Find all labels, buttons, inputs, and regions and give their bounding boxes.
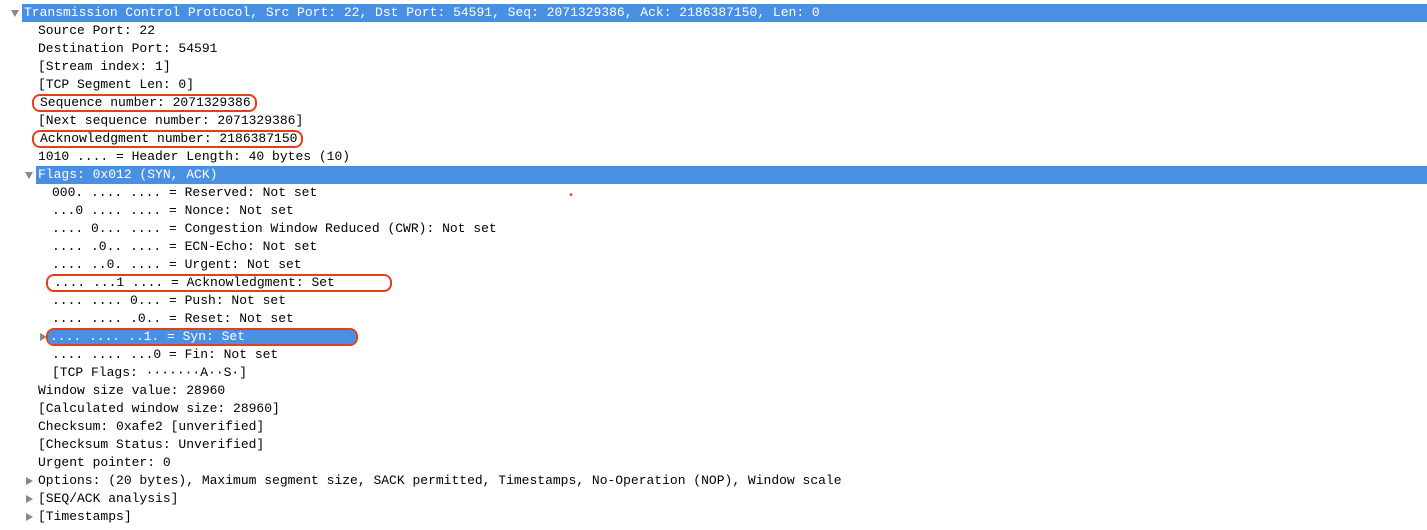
calc-win-text: [Calculated window size: 28960] [36, 400, 280, 418]
flag-nonce-text: ...0 .... .... = Nonce: Not set [50, 202, 294, 220]
tcp-header-text: Transmission Control Protocol, Src Port:… [22, 4, 820, 22]
flag-reset-row[interactable]: .... .... .0.. = Reset: Not set [8, 310, 1427, 328]
win-size-text: Window size value: 28960 [36, 382, 225, 400]
flag-cwr-row[interactable]: .... 0... .... = Congestion Window Reduc… [8, 220, 1427, 238]
flag-ack-highlight: .... ...1 .... = Acknowledgment: Set [46, 274, 392, 292]
seq-num-highlight: Sequence number: 2071329386 [32, 94, 257, 112]
red-dot-icon: • [568, 188, 574, 206]
flag-ack-row[interactable]: .... ...1 .... = Acknowledgment: Set [8, 274, 1427, 292]
collapse-icon[interactable] [22, 512, 36, 522]
flag-nonce-row[interactable]: ...0 .... .... = Nonce: Not set [8, 202, 1427, 220]
flags-header-row[interactable]: Flags: 0x012 (SYN, ACK) [8, 166, 1427, 184]
flag-summary-row[interactable]: [TCP Flags: ·······A··S·] [8, 364, 1427, 382]
flag-reserved-text: 000. .... .... = Reserved: Not set [50, 184, 317, 202]
ack-num-highlight: Acknowledgment number: 2186387150 [32, 130, 303, 148]
expand-icon[interactable] [22, 170, 36, 180]
flag-urgent-text: .... ..0. .... = Urgent: Not set [50, 256, 302, 274]
flag-reset-text: .... .... .0.. = Reset: Not set [50, 310, 294, 328]
flag-ecn-row[interactable]: .... .0.. .... = ECN-Echo: Not set [8, 238, 1427, 256]
stream-index-text: [Stream index: 1] [36, 58, 171, 76]
flag-ack-text: .... ...1 .... = Acknowledgment: Set [52, 275, 335, 290]
expand-icon[interactable] [8, 8, 22, 18]
dst-port-row[interactable]: Destination Port: 54591 [8, 40, 1427, 58]
flag-urgent-row[interactable]: .... ..0. .... = Urgent: Not set [8, 256, 1427, 274]
timestamps-row[interactable]: [Timestamps] [8, 508, 1427, 526]
flag-syn-row[interactable]: .... .... ..1. = Syn: Set [8, 328, 1427, 346]
calc-win-row[interactable]: [Calculated window size: 28960] [8, 400, 1427, 418]
ack-num-text: Acknowledgment number: 2186387150 [38, 131, 297, 146]
flag-fin-text: .... .... ...0 = Fin: Not set [50, 346, 278, 364]
checksum-status-row[interactable]: [Checksum Status: Unverified] [8, 436, 1427, 454]
seq-num-row[interactable]: Sequence number: 2071329386 [8, 94, 1427, 112]
src-port-text: Source Port: 22 [36, 22, 155, 40]
flag-syn-highlight: .... .... ..1. = Syn: Set [46, 328, 358, 346]
hdr-len-row[interactable]: 1010 .... = Header Length: 40 bytes (10) [8, 148, 1427, 166]
hdr-len-text: 1010 .... = Header Length: 40 bytes (10) [36, 148, 350, 166]
urgent-ptr-text: Urgent pointer: 0 [36, 454, 171, 472]
collapse-icon[interactable] [22, 476, 36, 486]
collapse-icon[interactable] [22, 494, 36, 504]
seg-len-row[interactable]: [TCP Segment Len: 0] [8, 76, 1427, 94]
options-row[interactable]: Options: (20 bytes), Maximum segment siz… [8, 472, 1427, 490]
seg-len-text: [TCP Segment Len: 0] [36, 76, 194, 94]
src-port-row[interactable]: Source Port: 22 [8, 22, 1427, 40]
options-text: Options: (20 bytes), Maximum segment siz… [36, 472, 842, 490]
seq-ack-analysis-text: [SEQ/ACK analysis] [36, 490, 178, 508]
seq-num-text: Sequence number: 2071329386 [38, 95, 251, 110]
checksum-status-text: [Checksum Status: Unverified] [36, 436, 264, 454]
flag-ecn-text: .... .0.. .... = ECN-Echo: Not set [50, 238, 317, 256]
flag-push-text: .... .... 0... = Push: Not set [50, 292, 286, 310]
urgent-ptr-row[interactable]: Urgent pointer: 0 [8, 454, 1427, 472]
seq-ack-analysis-row[interactable]: [SEQ/ACK analysis] [8, 490, 1427, 508]
checksum-row[interactable]: Checksum: 0xafe2 [unverified] [8, 418, 1427, 436]
flag-syn-text: .... .... ..1. = Syn: Set [48, 330, 245, 344]
stream-index-row[interactable]: [Stream index: 1] [8, 58, 1427, 76]
next-seq-text: [Next sequence number: 2071329386] [36, 112, 303, 130]
ack-num-row[interactable]: Acknowledgment number: 2186387150 [8, 130, 1427, 148]
flag-summary-text: [TCP Flags: ·······A··S·] [50, 364, 247, 382]
dst-port-text: Destination Port: 54591 [36, 40, 217, 58]
flag-push-row[interactable]: .... .... 0... = Push: Not set [8, 292, 1427, 310]
checksum-text: Checksum: 0xafe2 [unverified] [36, 418, 264, 436]
tcp-header-row[interactable]: Transmission Control Protocol, Src Port:… [8, 4, 1427, 22]
flag-cwr-text: .... 0... .... = Congestion Window Reduc… [50, 220, 497, 238]
timestamps-text: [Timestamps] [36, 508, 132, 526]
flag-fin-row[interactable]: .... .... ...0 = Fin: Not set [8, 346, 1427, 364]
win-size-row[interactable]: Window size value: 28960 [8, 382, 1427, 400]
next-seq-row[interactable]: [Next sequence number: 2071329386] [8, 112, 1427, 130]
flag-reserved-row[interactable]: 000. .... .... = Reserved: Not set • [8, 184, 1427, 202]
flags-header-text: Flags: 0x012 (SYN, ACK) [36, 166, 217, 184]
